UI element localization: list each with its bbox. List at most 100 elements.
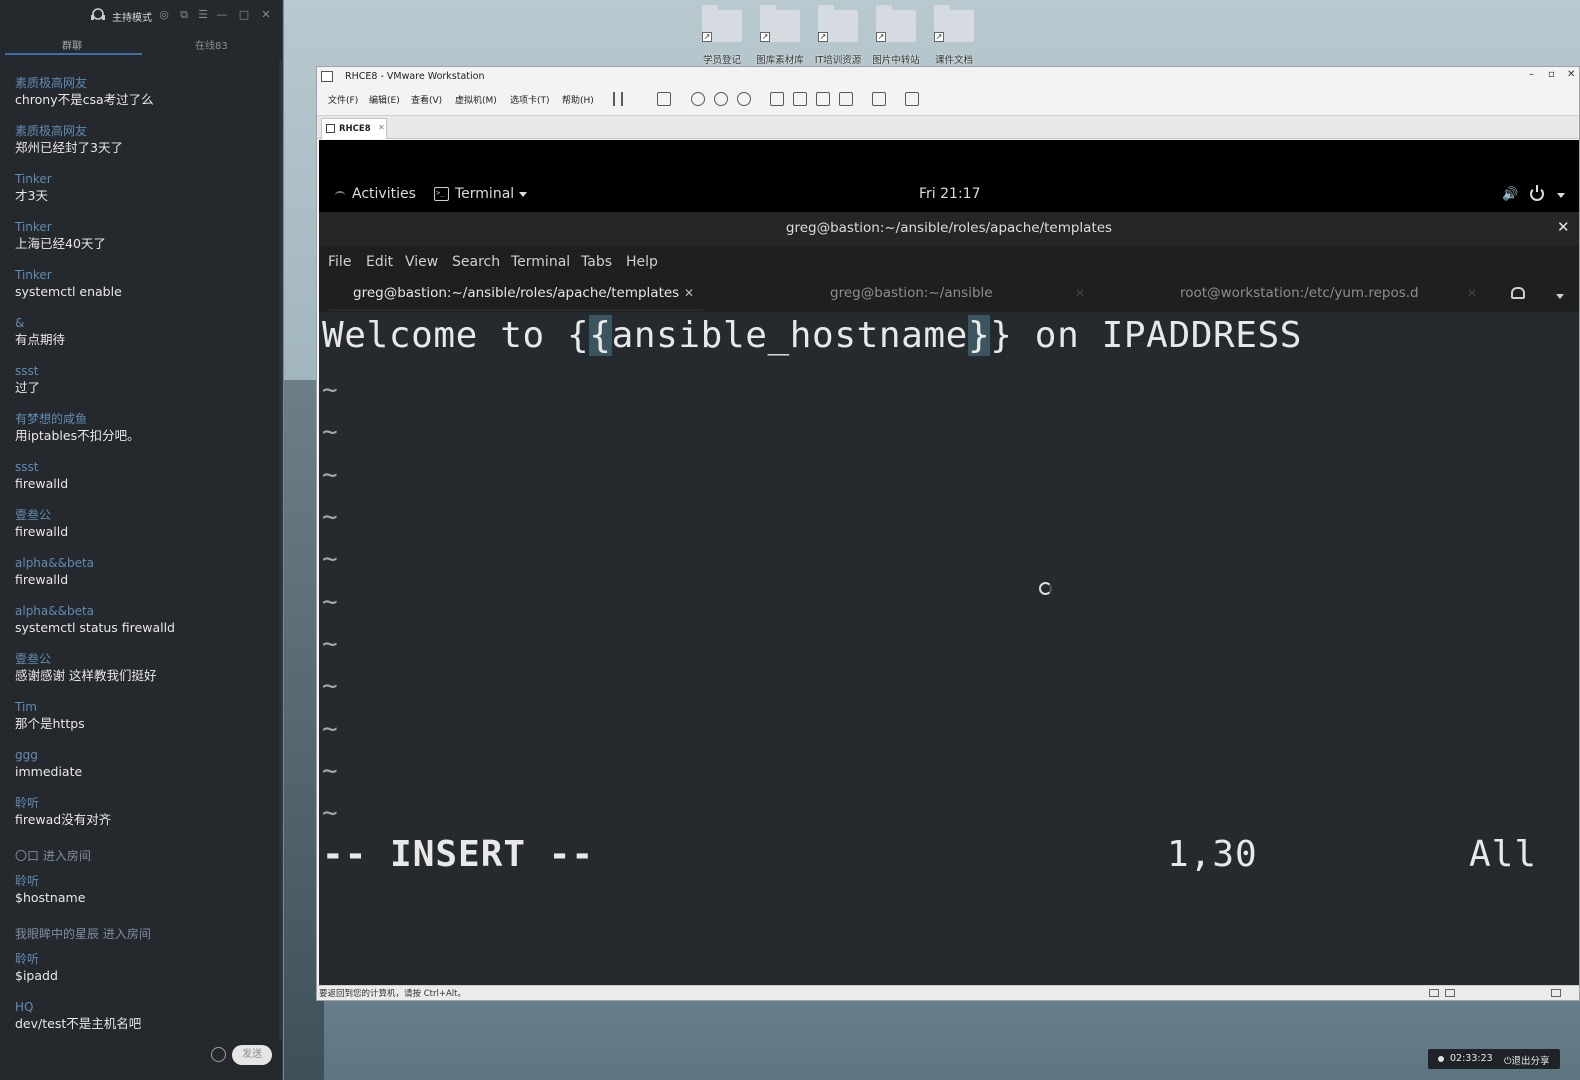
chat-message: ssst 过了 (15, 364, 275, 412)
message-user[interactable]: 聆听 (15, 952, 275, 967)
close-icon[interactable]: ✕ (1567, 69, 1575, 80)
close-icon[interactable]: ✕ (1075, 286, 1085, 300)
display-icon[interactable] (1551, 989, 1561, 997)
clock[interactable]: Fri 21:17 (919, 186, 980, 202)
menu-icon[interactable]: ☰ (196, 8, 210, 22)
snapshot-icon[interactable] (691, 92, 705, 106)
close-icon[interactable]: ✕ (1467, 286, 1477, 300)
popout-icon[interactable]: ⧉ (177, 8, 191, 22)
message-text: firewalld (15, 572, 69, 587)
message-user[interactable]: Tim (15, 700, 275, 715)
message-user[interactable]: Tinker (15, 172, 275, 187)
menu-help[interactable]: 帮助(H) (562, 93, 594, 106)
menu-file[interactable]: 文件(F) (328, 93, 358, 106)
close-icon[interactable]: ✕ (1557, 218, 1570, 236)
guest-display[interactable]: Activities >_ Terminal Fri 21:17 🔊 greg@… (319, 140, 1579, 985)
terminal-tab-active[interactable]: greg@bastion:~/ansible/roles/apache/temp… (353, 285, 679, 301)
message-user[interactable]: Tinker (15, 220, 275, 235)
pause-icon[interactable] (613, 92, 623, 106)
close-icon[interactable]: ✕ (378, 123, 385, 132)
desktop-shortcut[interactable]: ↗ 学员登记 (696, 5, 748, 66)
volume-icon[interactable]: 🔊 (1502, 187, 1518, 202)
message-user[interactable]: 素质极高网友 (15, 124, 275, 139)
busy-cursor-icon (1039, 582, 1052, 595)
new-tab-icon[interactable] (1511, 287, 1525, 299)
shortcut-label: 图库素材库 (756, 55, 804, 66)
activities-button[interactable]: Activities (352, 186, 416, 202)
emoji-icon[interactable] (211, 1047, 226, 1062)
menu-terminal[interactable]: Terminal (511, 254, 570, 270)
chevron-down-icon[interactable] (1556, 294, 1564, 299)
vim-mode-indicator: -- INSERT -- (322, 834, 595, 875)
tab-online[interactable]: 在线83 (195, 37, 228, 52)
chat-footer: 发送 (0, 1040, 283, 1080)
menu-help[interactable]: Help (626, 254, 658, 270)
network-icon[interactable] (1445, 989, 1455, 997)
exit-share-button[interactable]: ⏻退出分享 (1504, 1053, 1550, 1067)
message-user[interactable]: alpha&&beta (15, 604, 275, 619)
empty-line-marker: ~ (322, 629, 338, 659)
send-button[interactable]: 发送 (232, 1045, 272, 1065)
maximize-icon[interactable]: □ (237, 8, 251, 22)
maximize-icon[interactable]: ▫ (1548, 69, 1555, 80)
tab-group-chat[interactable]: 群聊 (62, 37, 82, 52)
unity-icon[interactable] (839, 92, 853, 106)
terminal-tab[interactable]: root@workstation:/etc/yum.repos.d (1180, 285, 1419, 301)
message-user[interactable]: 素质极高网友 (15, 76, 275, 91)
message-user[interactable]: alpha&&beta (15, 556, 275, 571)
cursor-position: 1,30 (1167, 834, 1258, 875)
stretch-icon[interactable] (905, 92, 919, 106)
chat-message: 壹叁公 感谢感谢 这样教我们挺好 (15, 652, 275, 700)
revert-snapshot-icon[interactable] (714, 92, 728, 106)
desktop-shortcut[interactable]: ↗ IT培训资源 (812, 5, 864, 66)
vim-editor[interactable]: Welcome to {{ansible_hostname}} on IPADD… (319, 312, 1579, 985)
folder-icon: ↗ (818, 5, 858, 42)
send-keys-icon[interactable] (657, 92, 671, 106)
message-user[interactable]: 聆听 (15, 874, 275, 889)
message-text: firewalld (15, 524, 69, 539)
desktop-shortcut[interactable]: ↗ 图库素材库 (754, 5, 806, 66)
chevron-down-icon[interactable] (1557, 193, 1565, 198)
menu-search[interactable]: Search (452, 254, 500, 270)
message-user[interactable]: 壹叁公 (15, 652, 275, 667)
settings-icon[interactable]: ◎ (157, 8, 171, 22)
message-user[interactable]: & (15, 316, 275, 331)
minimize-icon[interactable]: — (215, 8, 229, 22)
chat-message: 素质极高网友 郑州已经封了3天了 (15, 124, 275, 172)
tab-rhce8[interactable]: RHCE8 ✕ (321, 118, 387, 139)
menu-edit[interactable]: 编辑(E) (369, 93, 400, 106)
message-user[interactable]: 有梦想的咸鱼 (15, 412, 275, 427)
chevron-down-icon[interactable] (519, 192, 527, 197)
message-user[interactable]: ssst (15, 364, 275, 379)
close-icon[interactable]: ✕ (684, 286, 694, 300)
message-text: firewalld (15, 476, 69, 491)
terminal-tab[interactable]: greg@bastion:~/ansible (830, 285, 993, 301)
close-icon[interactable]: ✕ (259, 8, 273, 22)
desktop-shortcut[interactable]: ↗ 课件文档 (928, 5, 980, 66)
message-user[interactable]: ggg (15, 748, 275, 763)
snapshot-manager-icon[interactable] (737, 92, 751, 106)
message-user[interactable]: 壹叁公 (15, 508, 275, 523)
library-icon[interactable] (770, 92, 784, 106)
menu-tabs[interactable]: 选项卡(T) (510, 93, 550, 106)
menu-edit[interactable]: Edit (366, 254, 393, 270)
thumbnail-icon[interactable] (793, 92, 807, 106)
chat-scrollbar[interactable] (279, 60, 282, 1040)
minimize-icon[interactable]: – (1529, 69, 1534, 80)
fullscreen-icon[interactable] (816, 92, 830, 106)
menu-view[interactable]: 查看(V) (411, 93, 442, 106)
message-user[interactable]: HQ (15, 1000, 275, 1015)
console-icon[interactable] (872, 92, 886, 106)
hdd-icon[interactable] (1429, 989, 1439, 997)
menu-view[interactable]: View (405, 254, 438, 270)
app-menu[interactable]: Terminal (455, 186, 514, 202)
message-user[interactable]: Tinker (15, 268, 275, 283)
message-user[interactable]: ssst (15, 460, 275, 475)
desktop-shortcut[interactable]: ↗ 图片中转站 (870, 5, 922, 66)
menu-file[interactable]: File (328, 254, 351, 270)
menu-vm[interactable]: 虚拟机(M) (455, 93, 497, 106)
message-user[interactable]: 聆听 (15, 796, 275, 811)
empty-line-marker: ~ (322, 798, 338, 828)
menu-tabs[interactable]: Tabs (581, 254, 612, 270)
power-icon[interactable] (1530, 185, 1544, 201)
